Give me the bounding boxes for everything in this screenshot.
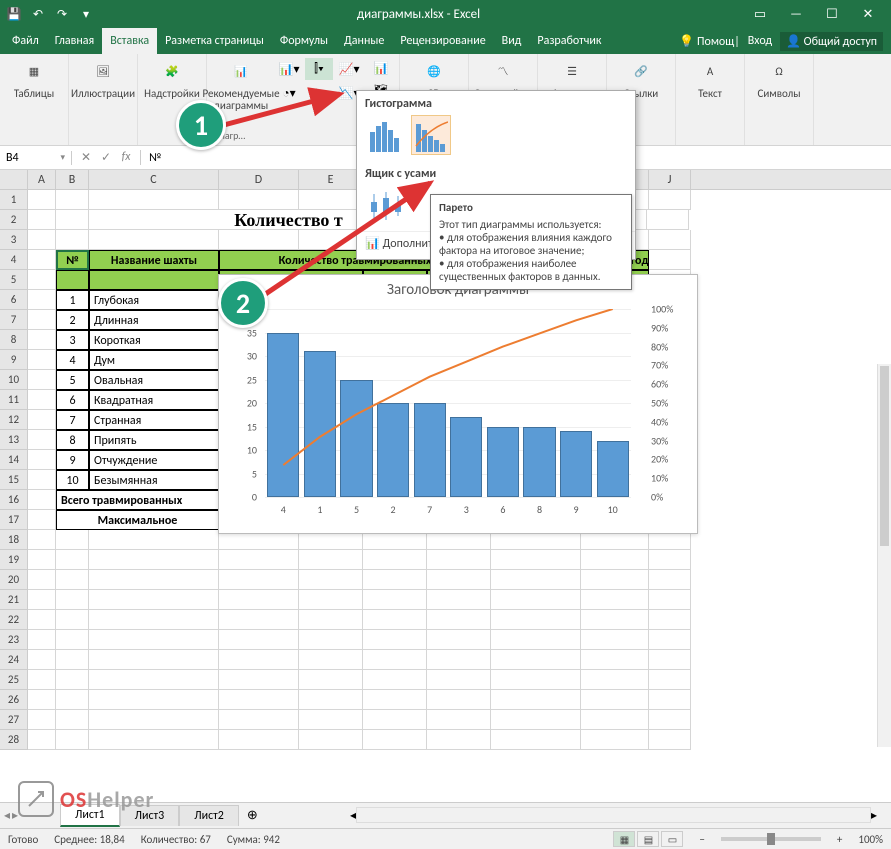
annotation-2: 2	[218, 278, 268, 328]
window-title: диаграммы.xlsx - Excel	[94, 7, 743, 22]
zoom-level[interactable]: 100%	[858, 833, 883, 846]
addins-button[interactable]: 🧩Надстройки	[144, 58, 200, 100]
status-avg: Среднее: 18,84	[54, 833, 124, 846]
status-sum: Сумма: 942	[227, 833, 280, 846]
3dmap-icon: 🌐	[420, 58, 448, 86]
name-box[interactable]: B4▾	[0, 151, 72, 165]
waterfall-chart-icon[interactable]: 📈▾	[335, 58, 363, 80]
zoom-slider[interactable]	[721, 837, 821, 841]
status-bar: Готово Среднее: 18,84 Количество: 67 Сум…	[0, 828, 891, 849]
maximize-button[interactable]: ☐	[815, 2, 849, 26]
status-ready: Готово	[8, 833, 38, 846]
sparkline-icon: 〽	[489, 58, 517, 86]
recommended-charts-button[interactable]: 📊Рекомендуемые диаграммы	[213, 58, 269, 112]
histogram-option[interactable]	[365, 115, 405, 155]
view-pagelayout-icon[interactable]: ▤	[637, 831, 659, 847]
embedded-chart[interactable]: Заголовок диаграммы 0510152025303540 0%1…	[218, 274, 698, 534]
tab-view[interactable]: Вид	[494, 28, 530, 54]
title-bar: 💾 ↶ ↷ ▾ диаграммы.xlsx - Excel ▭ — ☐ ✕	[0, 0, 891, 28]
col-header[interactable]: E	[299, 170, 363, 189]
ribbon: ▦Таблицы 🖼Иллюстрации 🧩Надстройки 📊Реком…	[0, 54, 891, 146]
recommended-icon: 📊	[227, 58, 255, 86]
minimize-button[interactable]: —	[779, 2, 813, 26]
tab-insert[interactable]: Вставка	[102, 28, 157, 54]
tab-data[interactable]: Данные	[336, 28, 392, 54]
plot-area	[265, 309, 631, 497]
y2-axis: 0%10%20%30%40%50%60%70%80%90%100%	[645, 309, 697, 497]
zoom-out-icon[interactable]: −	[699, 833, 704, 846]
redo-icon[interactable]: ↷	[54, 6, 70, 22]
symbol-icon: Ω	[765, 58, 793, 86]
scatter-chart-icon[interactable]: ⋮▾	[305, 82, 333, 104]
signin[interactable]: Вход	[748, 34, 772, 48]
tab-home[interactable]: Главная	[47, 28, 102, 54]
vertical-scrollbar[interactable]	[877, 364, 891, 747]
qat-customize-icon[interactable]: ▾	[78, 6, 94, 22]
pictures-icon: 🖼	[89, 58, 117, 86]
table-icon: ▦	[20, 58, 48, 86]
sheet-nav-prev-icon[interactable]: ◂	[4, 808, 10, 823]
slicer-icon: ☰	[558, 58, 586, 86]
status-count: Количество: 67	[141, 833, 211, 846]
col-header[interactable]: C	[89, 170, 219, 189]
addins-icon: 🧩	[158, 58, 186, 86]
ribbon-options-icon[interactable]: ▭	[743, 2, 777, 26]
tell-me[interactable]: 💡 Помощ|	[679, 34, 739, 49]
col-header[interactable]: A	[28, 170, 56, 189]
tab-review[interactable]: Рецензирование	[392, 28, 493, 54]
histogram-chart-icon[interactable]: ⫿▾	[305, 58, 333, 80]
textbox-icon: A	[696, 58, 724, 86]
boxwhisker-option[interactable]	[365, 185, 405, 225]
pareto-option[interactable]	[411, 115, 451, 155]
share-button[interactable]: 👤 Общий доступ	[780, 32, 883, 51]
view-pagebreak-icon[interactable]: ▭	[661, 831, 683, 847]
annotation-1: 1	[176, 100, 226, 150]
ribbon-tabs: Файл Главная Вставка Разметка страницы Ф…	[0, 28, 891, 54]
col-header[interactable]: J	[649, 170, 691, 189]
fx-icon[interactable]: fx	[118, 150, 134, 165]
horizontal-scrollbar[interactable]: ◂▸	[350, 802, 877, 828]
undo-icon[interactable]: ↶	[30, 6, 46, 22]
hierarchy-chart-icon[interactable]: ◔▾	[275, 82, 303, 104]
illustrations-button[interactable]: 🖼Иллюстрации	[75, 58, 131, 100]
text-button[interactable]: AТекст	[682, 58, 738, 100]
chart-type-grid: 📊▾ ⫿▾ 📈▾ ◔▾ ⋮▾ 📉▾	[275, 58, 363, 104]
pareto-tooltip: Парето Этот тип диаграммы используется: …	[430, 194, 632, 290]
y-axis: 0510152025303540	[219, 309, 261, 497]
select-all-corner[interactable]	[0, 170, 28, 189]
enter-fx-icon[interactable]: ✓	[98, 150, 114, 165]
new-sheet-button[interactable]: ⊕	[239, 805, 266, 826]
formula-input[interactable]: №	[141, 151, 169, 165]
col-header[interactable]: B	[56, 170, 89, 189]
save-icon[interactable]: 💾	[6, 6, 22, 22]
tab-pagelayout[interactable]: Разметка страницы	[157, 28, 272, 54]
tab-formulas[interactable]: Формулы	[272, 28, 336, 54]
zoom-in-icon[interactable]: +	[837, 833, 842, 846]
sheet-tab[interactable]: Лист2	[179, 805, 239, 826]
tab-developer[interactable]: Разработчик	[529, 28, 609, 54]
pivotchart-icon[interactable]: 📊	[369, 58, 393, 78]
view-normal-icon[interactable]: ▦	[613, 831, 635, 847]
quick-access-toolbar: 💾 ↶ ↷ ▾	[6, 6, 94, 22]
tab-file[interactable]: Файл	[4, 28, 47, 54]
link-icon: 🔗	[627, 58, 655, 86]
symbols-button[interactable]: ΩСимволы	[751, 58, 807, 100]
x-axis: 41527368910	[265, 503, 631, 521]
watermark: OSHelper	[18, 781, 154, 817]
close-button[interactable]: ✕	[851, 2, 885, 26]
cancel-fx-icon[interactable]: ✕	[78, 150, 94, 165]
tables-button[interactable]: ▦Таблицы	[6, 58, 62, 100]
column-chart-icon[interactable]: 📊▾	[275, 58, 303, 80]
col-header[interactable]: D	[219, 170, 299, 189]
